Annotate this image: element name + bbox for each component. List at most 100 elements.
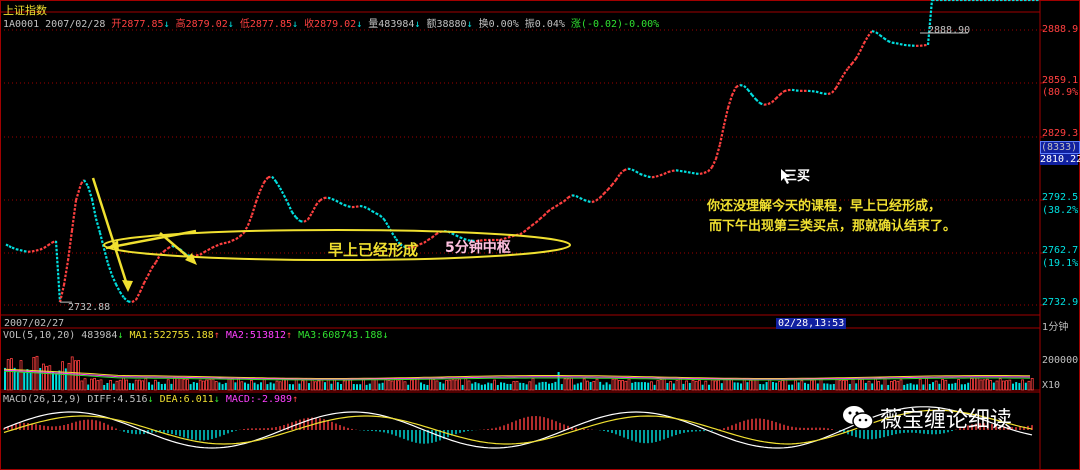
volume-bar (451, 379, 455, 391)
price-segment (363, 205, 369, 210)
volume-bar (519, 382, 522, 390)
volume-bar (247, 383, 250, 390)
date: 2007/02/28 (45, 19, 106, 30)
price-segment (675, 169, 681, 173)
volume-bar (832, 383, 835, 390)
volume-bar (932, 382, 934, 390)
vol-value: 483984 (81, 330, 118, 341)
volume-bar (361, 378, 365, 391)
volume-bar (381, 382, 384, 390)
price-segment (11, 246, 17, 251)
price-segment (299, 220, 305, 223)
volume-bar (906, 383, 909, 390)
price-segment (551, 205, 557, 210)
volume-bar (710, 379, 714, 391)
volume-bar (87, 384, 90, 390)
price-segment (110, 274, 118, 285)
price-segment (131, 298, 137, 304)
high: 高2879.02 (175, 19, 228, 30)
volume-bar (781, 380, 784, 391)
volume-bar (349, 379, 353, 391)
price-segment (227, 239, 233, 244)
volume-bar (151, 384, 154, 390)
volume-bar (192, 382, 195, 390)
volume-bar (196, 382, 198, 390)
price-segment (355, 204, 361, 208)
volume-bar (573, 384, 576, 390)
price-segment (535, 217, 541, 224)
volume-bar (749, 379, 752, 391)
volume-bar (672, 383, 675, 390)
price-segment (863, 35, 869, 44)
volume-bar (1027, 380, 1031, 391)
price-segment (451, 232, 457, 237)
price-segment (431, 233, 437, 239)
price-segment (683, 170, 689, 174)
volume-bar (457, 378, 461, 391)
volume-bar (189, 384, 192, 390)
price-segment (151, 261, 157, 269)
volume-bar (320, 379, 324, 391)
volume-bar (730, 378, 733, 391)
zone-label-5min-pivot: 5分钟中枢 (445, 240, 511, 256)
volume-bar (368, 383, 371, 390)
volume-bar (262, 378, 266, 391)
volume-bar (409, 379, 413, 391)
volume-bar (253, 382, 256, 390)
volume-bar (934, 380, 938, 391)
price-segment (47, 241, 53, 247)
price-segment (367, 207, 373, 212)
volume-bar (634, 381, 637, 390)
volume-bar (512, 381, 516, 391)
price-segment (211, 244, 217, 249)
price-segment (246, 214, 254, 226)
volume-bar (80, 380, 84, 391)
price-segment (195, 253, 201, 257)
volume-bar (490, 383, 493, 390)
y-tick-label: 2762.7 (1042, 245, 1079, 256)
volume-bar (544, 381, 547, 390)
volume-bar (29, 372, 32, 390)
volume-bar (723, 379, 727, 391)
price-segment (559, 200, 565, 205)
volume-bar (694, 380, 698, 391)
price-segment (155, 254, 161, 263)
volume-bar (784, 378, 788, 391)
price-segment (135, 291, 141, 301)
volume-bar (861, 379, 864, 391)
volume-bar (83, 378, 87, 391)
price-segment (763, 102, 769, 106)
price-segment (303, 218, 309, 223)
volume-bar (580, 382, 582, 390)
watermark-text: 薇宝缠论细读 (880, 408, 1013, 433)
price-segment (219, 242, 225, 246)
price-segment (19, 248, 25, 253)
cursor-value: 2810.22 (1040, 154, 1080, 165)
volume-bar (214, 381, 218, 391)
price-segment (66, 230, 74, 261)
volume-bar (1008, 379, 1012, 391)
price-segment (595, 196, 601, 202)
volume-bar (973, 377, 976, 391)
price-segment (231, 238, 237, 242)
price-segment (691, 171, 697, 175)
volume-bar (378, 383, 381, 390)
volume-bar (6, 359, 10, 391)
volume-bar (916, 384, 918, 390)
price-segment (655, 174, 661, 178)
price-segment (722, 107, 730, 126)
price-segment (587, 200, 593, 204)
price-segment (867, 30, 873, 37)
volume-bar (330, 383, 333, 390)
volume-bar (400, 379, 404, 391)
y-axis: 2888.9 2859.1 (80.9%) 2829.3 (8333) 2810… (1040, 0, 1080, 470)
volume-bar (275, 380, 279, 391)
x-axis-cursor-label: 02/28,13:53 (776, 318, 847, 329)
volume-bar (371, 378, 375, 391)
volume-bar (32, 356, 36, 391)
x-axis-start-date: 2007/02/27 (4, 318, 65, 329)
volume-bar (365, 384, 368, 390)
price-segment (347, 205, 353, 209)
volume-bar (864, 382, 867, 390)
price-segment (70, 200, 78, 231)
